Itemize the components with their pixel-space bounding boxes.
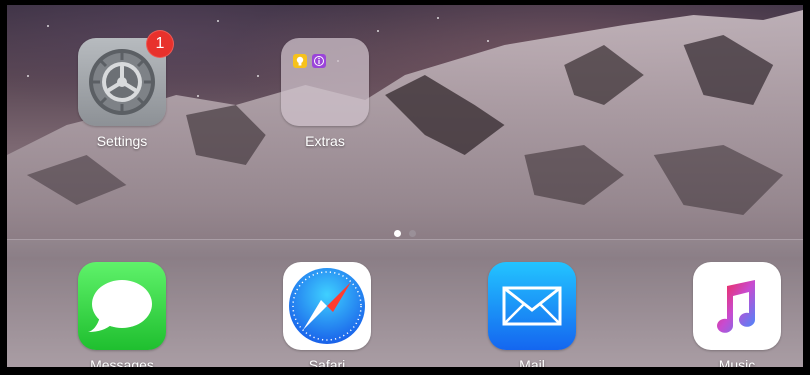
envelope-icon	[502, 286, 562, 326]
messages-tile[interactable]	[78, 262, 166, 350]
compass-icon	[289, 268, 365, 344]
safari-tile[interactable]	[283, 262, 371, 350]
music-tile[interactable]	[693, 262, 781, 350]
app-settings[interactable]: 1 Settings	[74, 30, 174, 149]
mail-tile[interactable]	[488, 262, 576, 350]
music-note-icon	[717, 280, 755, 333]
app-label-extras: Extras	[305, 133, 345, 149]
speech-bubble-icon	[88, 280, 152, 332]
folder-tile[interactable]	[281, 38, 369, 126]
app-label-mail: Mail	[519, 357, 545, 369]
app-label-music: Music	[718, 357, 756, 369]
dock-app-mail[interactable]: Mail	[484, 262, 580, 369]
ios-home-screen: 1 Settings Extras Messages Safari Mail M…	[5, 3, 805, 369]
app-label-messages: Messages	[90, 357, 154, 369]
page-dot-inactive	[409, 230, 416, 237]
dock-app-music[interactable]: Music	[689, 262, 785, 369]
page-dot-active	[394, 230, 401, 237]
folder-extras[interactable]: Extras	[277, 38, 373, 149]
tips-icon	[293, 54, 307, 68]
app-label-settings: Settings	[96, 133, 148, 149]
info-icon	[312, 54, 326, 68]
dock: Messages Safari Mail Music	[7, 239, 803, 367]
dock-app-safari[interactable]: Safari	[279, 262, 375, 369]
notification-badge: 1	[146, 30, 174, 58]
app-label-safari: Safari	[308, 357, 346, 369]
dock-app-messages[interactable]: Messages	[74, 262, 170, 369]
